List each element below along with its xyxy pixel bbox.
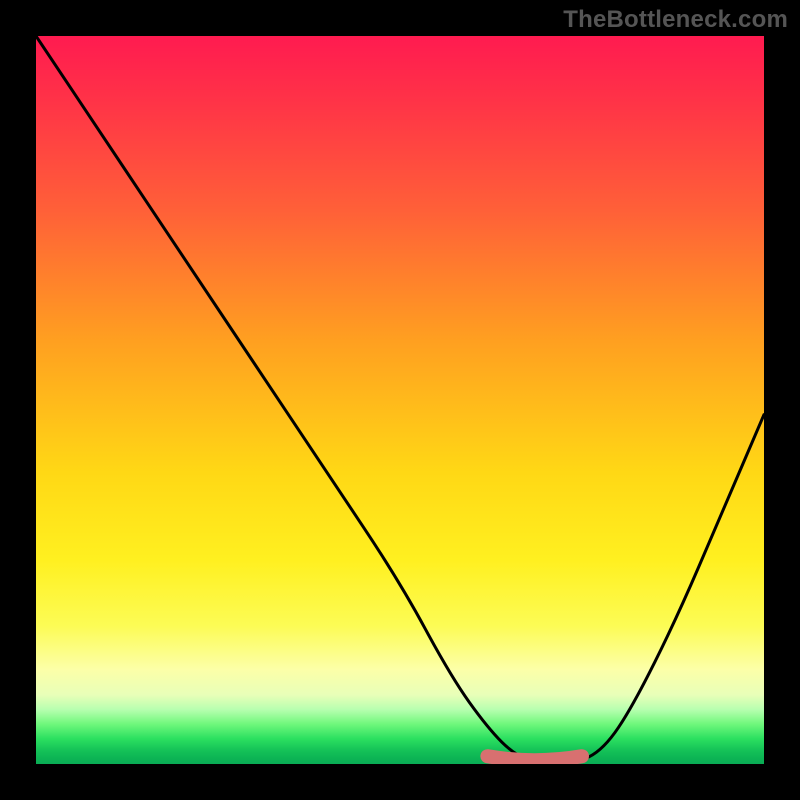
chart-container: TheBottleneck.com [0, 0, 800, 800]
bottleneck-curve-path [36, 36, 764, 764]
valley-marker-path [487, 756, 582, 760]
plot-area [36, 36, 764, 764]
watermark-text: TheBottleneck.com [563, 6, 788, 34]
curve-layer [36, 36, 764, 764]
